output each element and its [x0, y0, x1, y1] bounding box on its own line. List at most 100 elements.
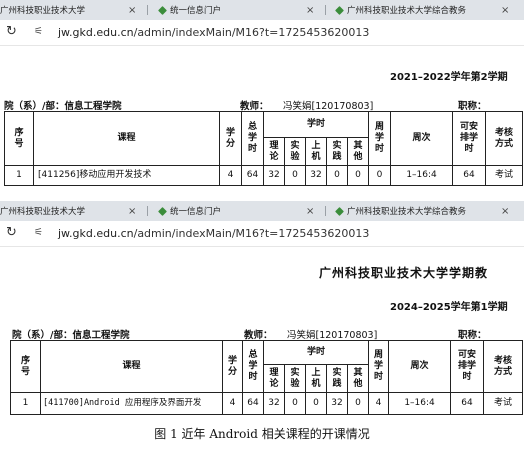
table-row: 1 [411256]移动应用开发技术 4 64 32 0 32 0 0 0 1–… — [4, 165, 524, 186]
address-bar: ↻ ⚟ jw.gkd.edu.cn/admin/indexMain/M16?t=… — [0, 221, 524, 247]
cell-weeks: 1–16:4 — [388, 392, 452, 415]
teacher-name: 冯笑娟[120170803] — [287, 330, 378, 341]
header-weeks: 周次 — [390, 111, 454, 166]
url-field[interactable]: jw.gkd.edu.cn/admin/indexMain/M16?t=1725… — [58, 227, 369, 240]
table-row: 1 [411700]Android 应用程序及界面开发 4 64 32 0 0 … — [10, 392, 524, 415]
close-icon[interactable]: × — [501, 2, 509, 20]
header-weekly-hours: 周学时 — [368, 340, 390, 393]
close-icon[interactable]: × — [128, 203, 136, 221]
teacher-label: 教师： — [244, 330, 273, 341]
figure-caption: 图 1 近年 Android 相关课程的开课情况 — [154, 427, 370, 441]
semester-label: 2021–2022学年第2学期 — [390, 72, 508, 83]
header-experiment: 实验 — [284, 364, 306, 393]
cell-credits: 4 — [222, 392, 243, 415]
close-icon[interactable]: × — [128, 2, 136, 20]
close-icon[interactable]: × — [306, 203, 314, 221]
header-other: 其他 — [346, 137, 370, 166]
header-assessment: 考核方式 — [483, 340, 524, 393]
tab-gkd-home[interactable]: 广州科技职业技术大学 × — [0, 2, 140, 20]
portal-favicon-icon — [158, 6, 167, 15]
schedule-table: 序号 课程 学分 总学时 学时 周学时 周次 可安排学时 考核方式 理论 实验 … — [10, 340, 524, 415]
header-no: 序号 — [10, 340, 41, 393]
cell-course: [411256]移动应用开发技术 — [33, 165, 220, 186]
tab-academic-affairs[interactable]: 广州科技职业技术大学综合教务 × — [335, 203, 515, 221]
tab-separator — [325, 5, 326, 15]
header-course: 课程 — [33, 111, 220, 166]
tab-separator — [147, 206, 148, 216]
cell-no: 1 — [10, 392, 41, 415]
tab-title: 统一信息门户 — [170, 6, 222, 16]
tab-portal[interactable]: 统一信息门户 × — [158, 203, 318, 221]
cell-credits: 4 — [219, 165, 242, 186]
site-info-icon[interactable]: ⚟ — [34, 227, 43, 238]
header-no: 序号 — [4, 111, 34, 166]
tab-title: 广州科技职业技术大学 — [0, 6, 86, 16]
page-title: 广州科技职业技术大学学期教 — [319, 266, 489, 280]
teacher-label: 教师： — [240, 101, 269, 112]
cell-theory: 32 — [263, 165, 285, 186]
header-computer: 上机 — [305, 364, 327, 393]
header-total-hours: 总学时 — [242, 340, 264, 393]
cell-schedulable: 64 — [452, 165, 487, 186]
url-path: /admin/indexMain/M16?t=1725453620013 — [133, 26, 370, 39]
header-theory: 理论 — [263, 364, 285, 393]
header-theory: 理论 — [263, 137, 285, 166]
cell-experiment: 0 — [284, 165, 306, 186]
title-label: 职称： — [458, 101, 487, 112]
tab-title: 广州科技职业技术大学 — [0, 207, 86, 217]
screenshot-2024-2025: 广州科技职业技术大学 × 统一信息门户 × 广州科技职业技术大学综合教务 × ↻… — [0, 201, 524, 423]
cell-practice: 0 — [326, 165, 348, 186]
tab-academic-affairs[interactable]: 广州科技职业技术大学综合教务 × — [335, 2, 515, 20]
url-host: jw.gkd.edu.cn — [58, 227, 134, 240]
tab-title: 统一信息门户 — [170, 207, 222, 217]
url-host: jw.gkd.edu.cn — [58, 26, 134, 39]
department-label: 院（系）/部：信息工程学院 — [12, 330, 130, 341]
cell-experiment: 0 — [284, 392, 306, 415]
header-experiment: 实验 — [284, 137, 306, 166]
cell-weeks: 1–16:4 — [390, 165, 454, 186]
screenshot-2021-2022: 广州科技职业技术大学 × 统一信息门户 × 广州科技职业技术大学综合教务 × ↻… — [0, 0, 524, 196]
header-other: 其他 — [346, 364, 370, 393]
cell-schedulable: 64 — [450, 392, 485, 415]
site-info-icon[interactable]: ⚟ — [34, 26, 43, 37]
tab-title: 广州科技职业技术大学综合教务 — [347, 207, 467, 217]
cell-practice: 32 — [326, 392, 348, 415]
tab-title: 广州科技职业技术大学综合教务 — [347, 6, 467, 16]
header-hours-group: 学时 — [262, 111, 370, 138]
cell-assessment: 考试 — [483, 392, 524, 415]
portal-favicon-icon — [158, 207, 167, 216]
tab-portal[interactable]: 统一信息门户 × — [158, 2, 318, 20]
reload-icon[interactable]: ↻ — [6, 24, 17, 39]
close-icon[interactable]: × — [306, 2, 314, 20]
header-schedulable: 可安排学时 — [452, 111, 487, 166]
cell-total-hours: 64 — [241, 165, 264, 186]
browser-tab-bar: 广州科技职业技术大学 × 统一信息门户 × 广州科技职业技术大学综合教务 × — [0, 201, 524, 221]
cell-course: [411700]Android 应用程序及界面开发 — [40, 392, 223, 415]
tab-separator — [147, 5, 148, 15]
header-course: 课程 — [40, 340, 223, 393]
close-icon[interactable]: × — [501, 203, 509, 221]
url-path: /admin/indexMain/M16?t=1725453620013 — [133, 227, 370, 240]
tab-gkd-home[interactable]: 广州科技职业技术大学 × — [0, 203, 140, 221]
cell-weekly-hours: 0 — [368, 165, 392, 186]
header-weekly-hours: 周学时 — [368, 111, 392, 166]
browser-tab-bar: 广州科技职业技术大学 × 统一信息门户 × 广州科技职业技术大学综合教务 × — [0, 0, 524, 20]
header-schedulable: 可安排学时 — [450, 340, 485, 393]
schedule-table: 序号 课程 学分 总学时 学时 周学时 周次 可安排学时 考核方式 理论 实验 … — [4, 111, 524, 186]
cell-weekly-hours: 4 — [368, 392, 390, 415]
title-label: 职称： — [458, 330, 487, 341]
cell-assessment: 考试 — [485, 165, 524, 186]
cell-computer: 0 — [305, 392, 327, 415]
header-credits: 学分 — [222, 340, 243, 393]
portal-favicon-icon — [335, 6, 344, 15]
header-computer: 上机 — [305, 137, 327, 166]
header-total-hours: 总学时 — [241, 111, 264, 166]
cell-theory: 32 — [263, 392, 285, 415]
cell-computer: 32 — [305, 165, 327, 186]
reload-icon[interactable]: ↻ — [6, 225, 17, 240]
tab-separator — [325, 206, 326, 216]
url-field[interactable]: jw.gkd.edu.cn/admin/indexMain/M16?t=1725… — [58, 26, 369, 39]
header-credits: 学分 — [219, 111, 242, 166]
cell-other: 0 — [346, 392, 370, 415]
header-practice: 实践 — [326, 137, 348, 166]
